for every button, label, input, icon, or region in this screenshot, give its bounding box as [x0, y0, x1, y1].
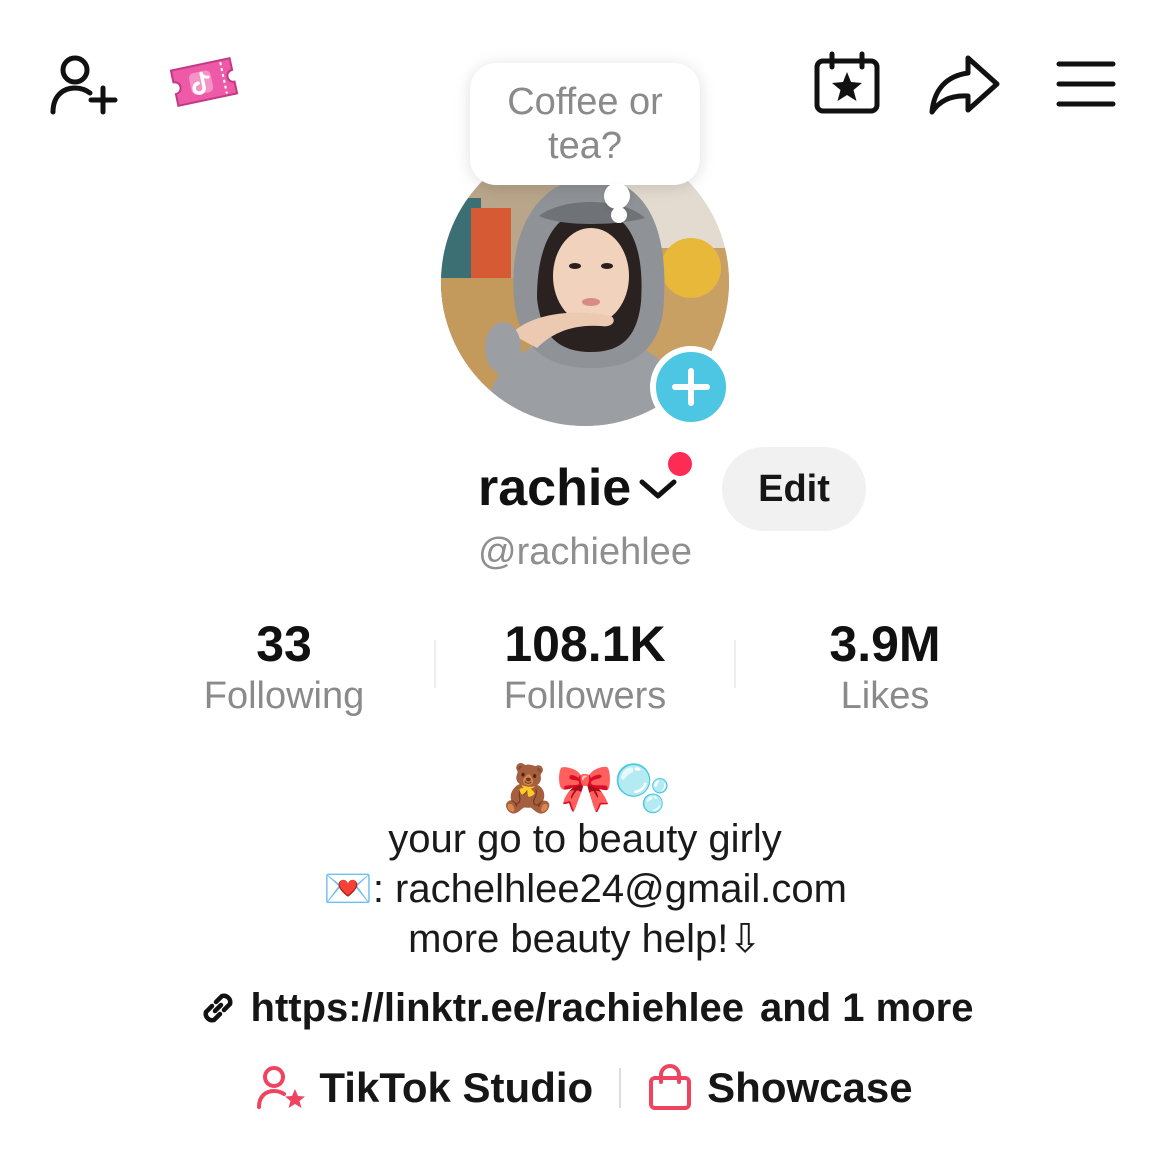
- stat-label: Following: [203, 675, 365, 717]
- love-letter-icon: 💌: [323, 867, 373, 911]
- tiktok-studio-label: TikTok Studio: [319, 1064, 594, 1111]
- profile-actions-row: TikTok Studio Showcase: [0, 1064, 1170, 1112]
- showcase-label: Showcase: [707, 1064, 913, 1111]
- hamburger-menu-icon[interactable]: [1056, 58, 1116, 110]
- bio-emoji-line: 🧸🎀🫧: [499, 762, 671, 814]
- calendar-star-icon[interactable]: [812, 50, 882, 116]
- bio-line-2: 💌: rachelhlee24@gmail.com: [0, 864, 1170, 914]
- bio-link-url[interactable]: https://linktr.ee/rachiehlee: [251, 980, 745, 1036]
- note-bubble[interactable]: Coffee or tea?: [470, 63, 700, 185]
- person-star-icon: [257, 1066, 306, 1109]
- plus-icon: [672, 368, 710, 406]
- edit-profile-button[interactable]: Edit: [722, 447, 866, 531]
- stat-label: Likes: [840, 675, 930, 717]
- stat-value: 108.1K: [504, 616, 666, 672]
- showcase-button[interactable]: Showcase: [647, 1064, 913, 1112]
- tiktok-studio-button[interactable]: TikTok Studio: [257, 1064, 593, 1112]
- note-bubble-tail-small: [611, 207, 627, 223]
- stat-label: Followers: [503, 675, 667, 717]
- chevron-down-icon[interactable]: [638, 474, 678, 504]
- bio-email: : rachelhlee24@gmail.com: [372, 867, 847, 911]
- username: @rachiehlee: [478, 531, 692, 573]
- add-story-button[interactable]: [650, 346, 732, 428]
- actions-divider: [619, 1068, 622, 1108]
- shopping-bag-icon: [649, 1064, 692, 1110]
- stat-followers[interactable]: 108.1K Followers: [435, 612, 735, 720]
- notification-dot: [668, 452, 692, 476]
- note-bubble-tail: [604, 183, 630, 209]
- stat-following[interactable]: 33 Following: [134, 612, 434, 720]
- note-text: Coffee or tea?: [507, 81, 663, 167]
- bio-line-3: more beauty help!⇩: [408, 917, 762, 961]
- display-name: rachie: [478, 459, 632, 517]
- person-plus-icon[interactable]: [48, 52, 120, 116]
- share-arrow-icon[interactable]: [928, 52, 1002, 118]
- tiktok-ticket-icon[interactable]: [166, 50, 242, 114]
- bio-line-1: your go to beauty girly: [388, 817, 782, 861]
- stat-value: 33: [256, 616, 312, 672]
- stat-likes[interactable]: 3.9M Likes: [735, 612, 1035, 720]
- bio-link-row[interactable]: https://linktr.ee/rachiehlee and 1 more: [0, 980, 1170, 1036]
- stat-value: 3.9M: [829, 616, 941, 672]
- bio-link-more[interactable]: and 1 more: [760, 980, 973, 1036]
- link-icon: [203, 993, 233, 1023]
